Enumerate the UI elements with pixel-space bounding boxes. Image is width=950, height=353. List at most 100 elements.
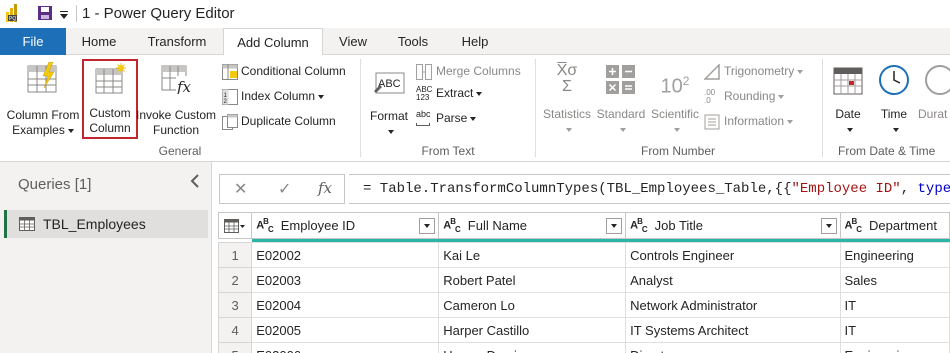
row-number[interactable]: 5: [218, 342, 253, 353]
table-cell[interactable]: IT Systems Architect: [625, 317, 841, 343]
table-cell[interactable]: Engineering: [839, 242, 950, 268]
table-cell[interactable]: Controls Engineer: [625, 242, 841, 268]
column-header-employee-id[interactable]: ABC Employee ID: [251, 212, 440, 239]
tab-home[interactable]: Home: [66, 28, 132, 55]
column-header-department[interactable]: ABC Department: [839, 212, 950, 239]
table-cell[interactable]: Harper Dominguez: [438, 342, 627, 353]
power-bi-logo-icon: PQ: [6, 4, 20, 22]
tab-help[interactable]: Help: [444, 28, 506, 55]
information-label: Information: [724, 114, 785, 128]
commit-formula-icon[interactable]: ✓: [278, 179, 291, 199]
tab-transform[interactable]: Transform: [132, 28, 222, 55]
fx-icon[interactable]: fx: [318, 179, 332, 197]
chevron-down-icon: [470, 117, 477, 121]
column-header-label: Employee ID: [280, 218, 356, 233]
invoke-custom-function-icon: fx: [160, 62, 192, 96]
cancel-formula-icon[interactable]: ✕: [234, 179, 247, 199]
table-cell[interactable]: E02005: [251, 317, 440, 343]
text-type-icon[interactable]: ABC: [256, 217, 273, 234]
table-cell[interactable]: E02003: [251, 267, 440, 293]
table-cell[interactable]: Engineering: [839, 342, 950, 353]
table-cell[interactable]: Sales: [839, 267, 950, 293]
merge-columns-button[interactable]: Merge Columns: [416, 63, 521, 80]
row-number[interactable]: 1: [218, 242, 253, 268]
custom-column-button[interactable]: Custom Column: [82, 59, 138, 139]
duration-button[interactable]: Durat: [918, 59, 950, 139]
table-cell[interactable]: Kai Le: [438, 242, 627, 268]
duplicate-column-button[interactable]: Duplicate Column: [222, 113, 336, 130]
text-type-icon[interactable]: ABC: [845, 217, 862, 234]
svg-text:PQ: PQ: [9, 16, 16, 22]
column-header-full-name[interactable]: ABC Full Name: [438, 212, 627, 239]
date-button[interactable]: Date: [826, 59, 870, 139]
chevron-down-icon: [787, 119, 794, 124]
table-cell[interactable]: Director: [625, 342, 841, 353]
tab-file[interactable]: File: [0, 28, 66, 55]
chevron-down-icon: [619, 127, 626, 132]
rounding-button[interactable]: .00.0 Rounding: [704, 88, 785, 105]
formula-prefix: = Table.TransformColumnTypes(TBL_Employe…: [363, 181, 792, 197]
quick-access-dropdown-icon[interactable]: [60, 7, 68, 19]
invoke-custom-function-button[interactable]: fx Invoke Custom Function: [136, 59, 216, 139]
group-label-general: General: [158, 144, 202, 158]
power-query-editor-window: PQ 1 - Power Query Editor File Home Tran…: [0, 0, 950, 353]
query-item-tbl-employees[interactable]: TBL_Employees: [4, 210, 208, 238]
formula-text-input[interactable]: = Table.TransformColumnTypes(TBL_Employe…: [349, 174, 950, 204]
statistics-caret: [540, 122, 594, 137]
format-button[interactable]: ABC Format: [364, 59, 414, 139]
filter-dropdown-icon[interactable]: [820, 217, 837, 234]
table-menu-icon[interactable]: [224, 219, 246, 233]
table-row[interactable]: 2 E02003 Robert Patel Analyst Sales: [218, 267, 950, 293]
table-cell[interactable]: E02004: [251, 292, 440, 318]
chevron-down-icon: [892, 127, 899, 132]
filter-dropdown-icon[interactable]: [606, 217, 623, 234]
time-button[interactable]: Time: [872, 59, 916, 139]
table-row[interactable]: 1 E02002 Kai Le Controls Engineer Engine…: [218, 242, 950, 268]
text-type-icon[interactable]: ABC: [630, 217, 647, 234]
tab-tools[interactable]: Tools: [382, 28, 444, 55]
extract-button[interactable]: ABC 123 Extract: [416, 85, 483, 102]
table-cell[interactable]: Cameron Lo: [438, 292, 627, 318]
standard-caret: [594, 122, 648, 137]
group-label-from-number: From Number: [640, 144, 715, 158]
collapse-pane-icon[interactable]: [190, 174, 200, 193]
row-number[interactable]: 4: [218, 317, 253, 343]
table-row[interactable]: 4 E02005 Harper Castillo IT Systems Arch…: [218, 317, 950, 343]
information-button[interactable]: Information: [704, 113, 794, 130]
trigonometry-button[interactable]: Trigonometry: [703, 63, 804, 80]
table-cell[interactable]: Robert Patel: [438, 267, 627, 293]
table-cell[interactable]: Network Administrator: [625, 292, 841, 318]
scientific-label: Scientific: [650, 107, 700, 121]
conditional-column-button[interactable]: Conditional Column: [222, 63, 346, 80]
table-cell[interactable]: IT: [839, 317, 950, 343]
text-type-icon[interactable]: ABC: [443, 217, 460, 234]
group-separator: [535, 59, 536, 157]
table-cell[interactable]: IT: [839, 292, 950, 318]
table-row[interactable]: 5 E02006 Harper Dominguez Director Engin…: [218, 342, 950, 353]
parse-button[interactable]: abc Parse: [416, 110, 477, 128]
standard-button[interactable]: Standard: [594, 59, 648, 139]
ribbon-add-column: Column From Examples Custom Column fx In…: [0, 55, 950, 162]
tab-view[interactable]: View: [324, 28, 382, 55]
statistics-button[interactable]: X̅σ Σ Statistics: [540, 59, 594, 139]
scientific-button[interactable]: 102 Scientific: [648, 59, 702, 139]
row-number[interactable]: 3: [218, 292, 253, 318]
save-icon[interactable]: [38, 6, 52, 20]
column-from-examples-button[interactable]: Column From Examples: [4, 59, 82, 139]
statistics-icon: X̅σ Σ: [556, 62, 578, 95]
scientific-icon: 102: [660, 74, 690, 98]
select-all-corner[interactable]: [218, 212, 253, 239]
table-cell[interactable]: E02006: [251, 342, 440, 353]
column-header-label: Job Title: [654, 218, 704, 233]
filter-dropdown-icon[interactable]: [419, 217, 436, 234]
tab-add-column[interactable]: Add Column: [223, 28, 323, 56]
column-header-job-title[interactable]: ABC Job Title: [625, 212, 841, 239]
table-row[interactable]: 3 E02004 Cameron Lo Network Administrato…: [218, 292, 950, 318]
format-caret: [364, 124, 414, 139]
parse-label: Parse: [436, 111, 468, 126]
row-number[interactable]: 2: [218, 267, 253, 293]
table-cell[interactable]: Analyst: [625, 267, 841, 293]
table-cell[interactable]: Harper Castillo: [438, 317, 627, 343]
table-cell[interactable]: E02002: [251, 242, 440, 268]
index-column-button[interactable]: 1 2 Index Column: [222, 88, 325, 105]
